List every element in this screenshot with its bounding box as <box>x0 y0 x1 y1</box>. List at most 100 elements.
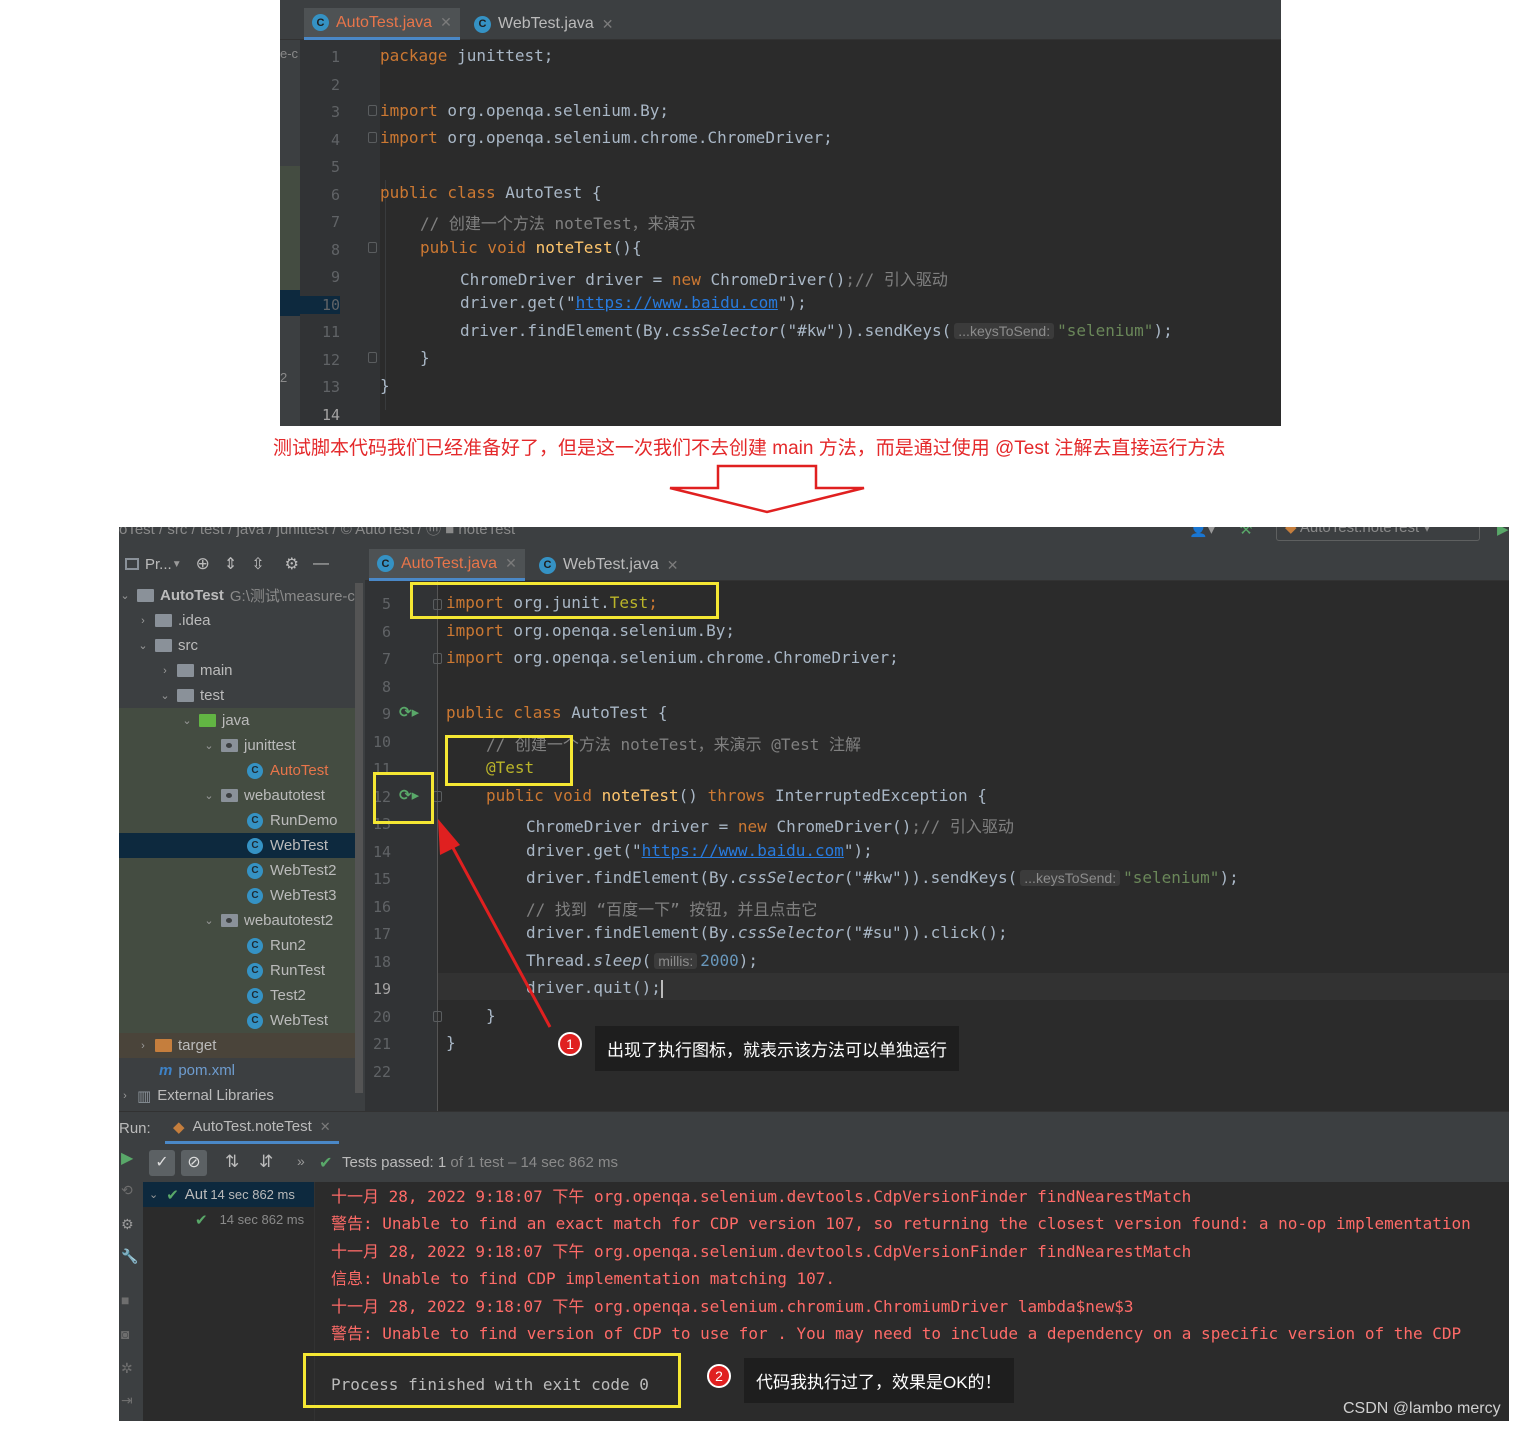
user-icon[interactable]: 👤▾ <box>1189 527 1215 537</box>
callout-2: 代码我执行过了，效果是OK的！ <box>744 1358 1014 1403</box>
camera-icon[interactable]: ◙ <box>121 1326 129 1342</box>
tab-webtest-java[interactable]: C WebTest.java ✕ <box>531 549 686 581</box>
line-number: 19 <box>372 980 391 998</box>
test-root-row[interactable]: ⌄ ✔ Aut 14 sec 862 ms <box>143 1182 314 1207</box>
breadcrumb[interactable]: oTest / src / test / java / junittest / … <box>119 527 515 537</box>
project-view-selector[interactable]: Pr... <box>145 556 172 573</box>
rerun-failed-icon[interactable]: ⟲ <box>121 1182 133 1199</box>
tree-item-webtest3[interactable]: C WebTest3 <box>119 883 355 908</box>
chevron-down-icon[interactable]: ⌄ <box>203 739 215 752</box>
tree-item-main[interactable]: › main <box>119 658 355 683</box>
show-ignored-icon[interactable]: ⊘ <box>181 1150 207 1176</box>
tree-item-rundemo[interactable]: C RunDemo <box>119 808 355 833</box>
code-line-9: public class AutoTest { <box>446 703 668 722</box>
java-class-icon: C <box>312 14 329 31</box>
java-class-icon: C <box>247 887 263 904</box>
chevron-right-icon[interactable]: › <box>137 1040 149 1052</box>
settings-icon[interactable]: ✲ <box>121 1360 133 1377</box>
fold-marker[interactable] <box>368 132 377 143</box>
rerun-icon[interactable]: ▶ <box>121 1148 133 1168</box>
code-line-3: import org.openqa.selenium.By; <box>380 101 669 120</box>
more-icon[interactable]: » <box>297 1153 305 1169</box>
tab-autotest-java[interactable]: C AutoTest.java ✕ <box>369 549 525 581</box>
code-line-7: import org.openqa.selenium.chrome.Chrome… <box>446 648 899 667</box>
tree-item-autotest[interactable]: C AutoTest <box>119 758 355 783</box>
chevron-right-icon[interactable]: › <box>159 665 171 677</box>
close-icon[interactable]: ✕ <box>440 14 452 31</box>
tab-webtest-java[interactable]: C WebTest.java ✕ <box>466 8 621 40</box>
build-icon[interactable]: ⚒ <box>1239 527 1252 537</box>
toggle-auto-test-icon[interactable]: ⚙ <box>121 1216 134 1233</box>
run-config-dropdown[interactable]: ◆ AutoTest.noteTest ▾ <box>1276 527 1480 541</box>
fold-marker[interactable] <box>368 352 377 363</box>
tree-item-run2[interactable]: C Run2 <box>119 933 355 958</box>
project-toolbar: Pr... ▼ ⊕ ⇕ ⇳ ⚙ — <box>119 545 365 583</box>
gear-icon[interactable]: ⚙ <box>285 554 299 574</box>
chevron-down-icon[interactable]: ⌄ <box>159 689 171 702</box>
callout-badge-1: 1 <box>558 1032 582 1056</box>
line-number: 16 <box>372 897 391 916</box>
sort-duration-icon[interactable]: ⇵ <box>259 1152 273 1172</box>
chevron-down-icon[interactable]: ⌄ <box>203 914 215 927</box>
tree-item-src[interactable]: ⌄ src <box>119 633 355 658</box>
tree-item-test2[interactable]: C Test2 <box>119 983 355 1008</box>
tree-item-pom-xml[interactable]: m pom.xml <box>119 1058 355 1083</box>
close-icon[interactable]: ✕ <box>667 557 679 574</box>
chevron-down-icon[interactable]: ⌄ <box>203 789 215 802</box>
tree-item-external-libraries[interactable]: › ▥ External Libraries <box>119 1083 355 1108</box>
chevron-right-icon[interactable]: › <box>137 615 149 627</box>
parameter-hint: ...keysToSend: <box>954 323 1055 339</box>
chevron-down-icon[interactable]: ⌄ <box>137 639 149 652</box>
close-icon[interactable]: ✕ <box>320 1119 331 1135</box>
chevron-down-icon[interactable]: ⌄ <box>149 1188 158 1201</box>
stop-icon[interactable]: ■ <box>121 1292 129 1308</box>
hide-icon[interactable]: — <box>313 555 329 573</box>
wrench-icon[interactable]: 🔧 <box>121 1248 138 1265</box>
tree-item-junittest[interactable]: ⌄ junittest <box>119 733 355 758</box>
tree-item-webautotest[interactable]: ⌄ webautotest <box>119 783 355 808</box>
tree-item-java[interactable]: ⌄ java <box>119 708 355 733</box>
line-number: 4 <box>330 130 340 149</box>
chevron-down-icon[interactable]: ⌄ <box>119 589 131 602</box>
run-tab[interactable]: ◆ AutoTest.noteTest ✕ <box>165 1112 339 1144</box>
sort-alpha-icon[interactable]: ⇅ <box>225 1152 239 1172</box>
tree-item-webtest-2[interactable]: C WebTest <box>119 1008 355 1033</box>
close-icon[interactable]: ✕ <box>505 555 517 572</box>
run-class-icon[interactable]: ⟳▸ <box>399 703 419 721</box>
line-number: 9 <box>381 705 391 723</box>
fold-marker[interactable] <box>433 791 442 802</box>
expand-all-icon[interactable]: ⇕ <box>224 554 237 574</box>
chevron-down-icon[interactable]: ⌄ <box>181 714 193 727</box>
locate-icon[interactable]: ⊕ <box>196 554 210 574</box>
tree-item-webtest[interactable]: C WebTest <box>119 833 355 858</box>
line-number: 7 <box>330 213 340 231</box>
test-child-row[interactable]: ✔ 14 sec 862 ms <box>143 1207 314 1232</box>
line-number: 17 <box>372 925 391 943</box>
java-class-icon: C <box>247 987 263 1004</box>
code-line-7: // 创建一个方法 noteTest，来演示 <box>420 214 696 233</box>
close-icon[interactable]: ✕ <box>602 16 614 33</box>
show-passed-icon[interactable]: ✓ <box>149 1150 175 1176</box>
collapse-all-icon[interactable]: ⇳ <box>251 554 264 574</box>
tree-item-autotest-project[interactable]: ⌄ AutoTest G:\测试\measure-c <box>119 583 355 608</box>
tree-item-idea[interactable]: › .idea <box>119 608 355 633</box>
tree-item-test[interactable]: ⌄ test <box>119 683 355 708</box>
line-number: 11 <box>321 323 340 341</box>
fold-marker[interactable] <box>368 242 377 253</box>
chevron-right-icon[interactable]: › <box>119 1090 131 1102</box>
run-side-strip: ▶ ⟲ ⚙ 🔧 ■ ◙ ✲ ⇥ <box>119 1144 143 1421</box>
fold-marker[interactable] <box>433 653 442 664</box>
tree-item-target[interactable]: › target <box>119 1033 355 1058</box>
code-line-18: Thread.sleep(millis: 2000); <box>526 951 759 970</box>
tree-item-webautotest2[interactable]: ⌄ webautotest2 <box>119 908 355 933</box>
fold-marker[interactable] <box>368 105 377 116</box>
line-number: 8 <box>381 677 391 696</box>
exit-icon[interactable]: ⇥ <box>121 1392 133 1409</box>
tab-autotest-java[interactable]: C AutoTest.java ✕ <box>304 8 460 40</box>
line-number: 14 <box>372 842 391 861</box>
tree-item-runtest[interactable]: C RunTest <box>119 958 355 983</box>
folder-icon <box>177 664 194 677</box>
code-line-17: driver.findElement(By.cssSelector("#su")… <box>526 923 1008 942</box>
tree-item-webtest2[interactable]: C WebTest2 <box>119 858 355 883</box>
run-icon[interactable]: ▶ <box>1497 527 1509 537</box>
